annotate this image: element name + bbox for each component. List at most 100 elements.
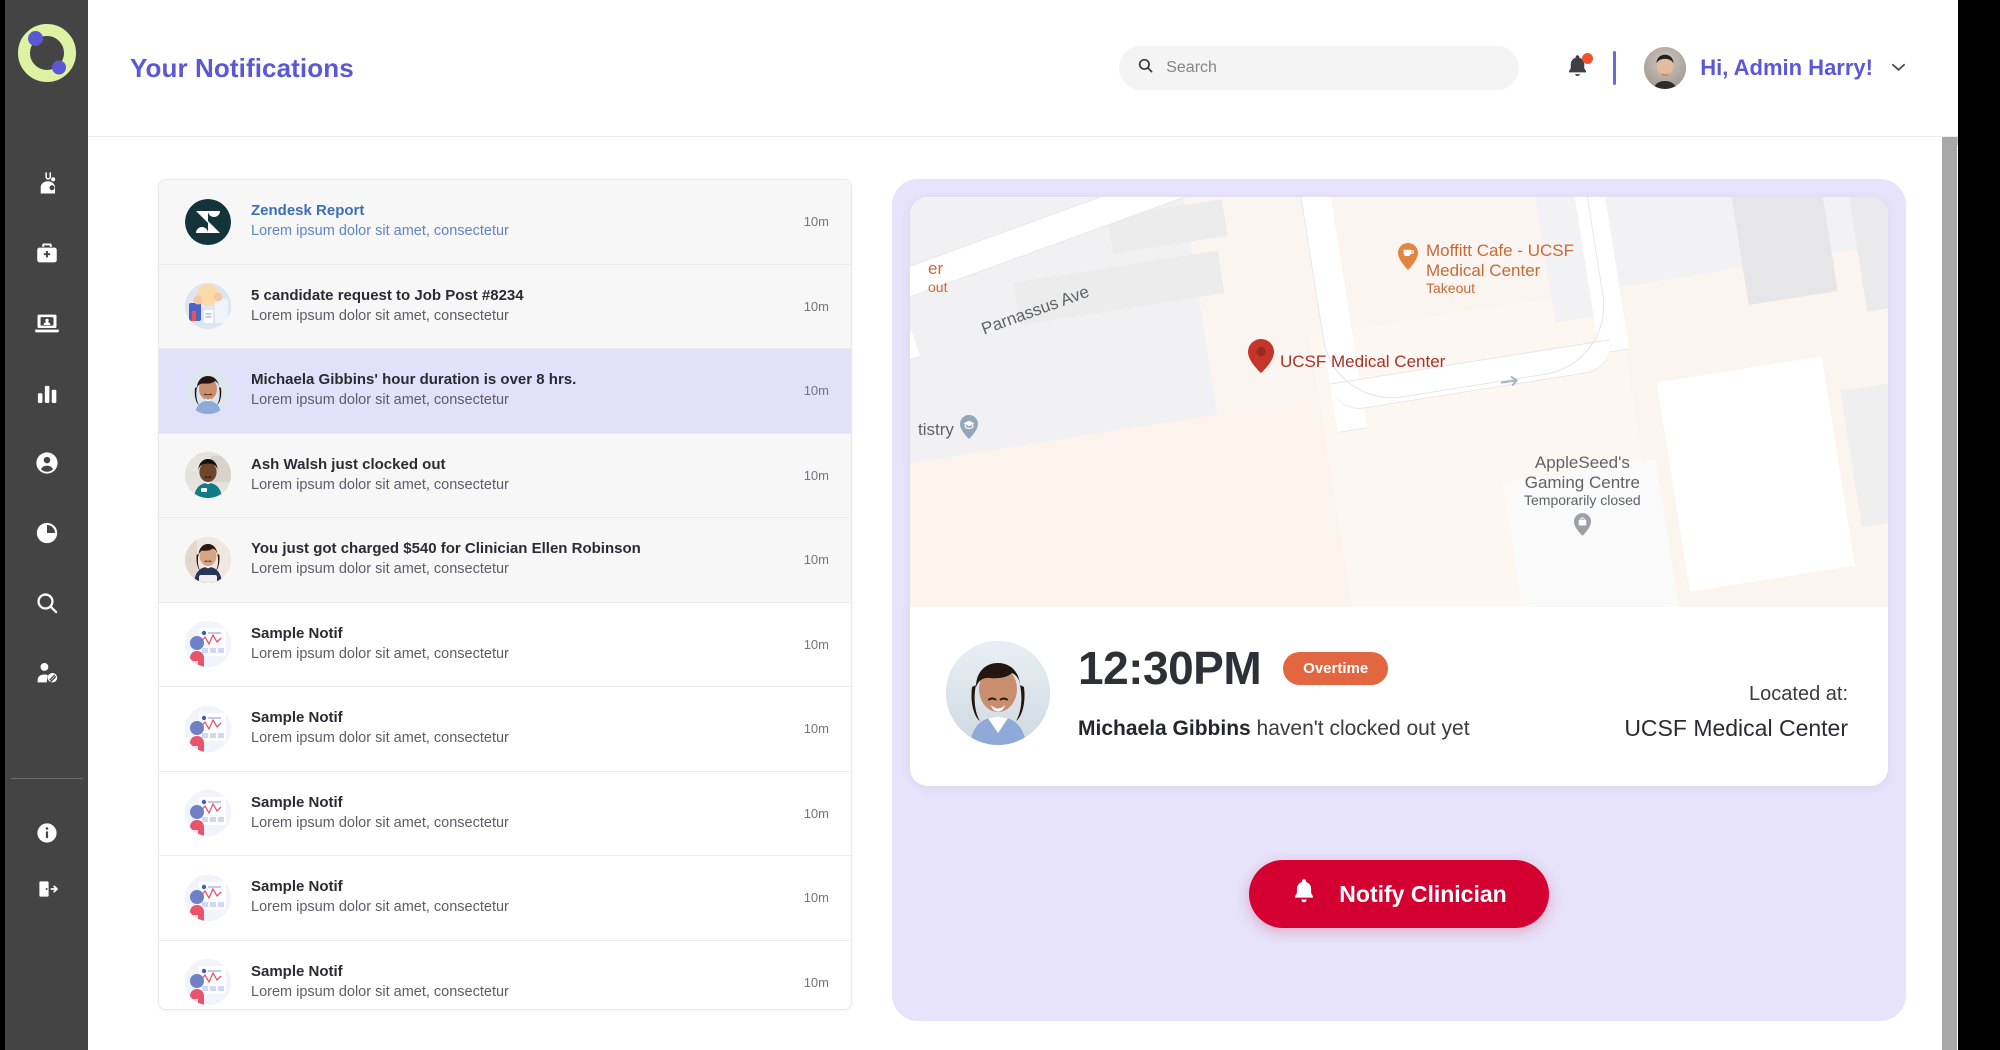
shop-pin-icon — [1574, 513, 1591, 541]
photo-ellen-thumbnail — [185, 537, 231, 583]
illustration-sample-thumbnail — [185, 875, 231, 921]
notification-body: Sample NotifLorem ipsum dolor sit amet, … — [251, 877, 788, 918]
notification-badge-dot — [1582, 53, 1593, 64]
info-icon — [35, 821, 59, 845]
illustration-sample-thumbnail — [185, 621, 231, 667]
illustration-candidates-thumbnail — [185, 283, 231, 329]
notification-item[interactable]: 5 candidate request to Job Post #8234Lor… — [159, 265, 851, 350]
clock-time-row: 12:30PM Overtime — [1078, 645, 1604, 691]
notification-timestamp: 10m — [804, 383, 829, 398]
notification-title[interactable]: Zendesk Report — [251, 201, 788, 221]
scrollbar-thumb[interactable] — [1942, 137, 1957, 1050]
notify-clinician-label: Notify Clinician — [1339, 881, 1506, 908]
notification-body: Zendesk ReportLorem ipsum dolor sit amet… — [251, 201, 788, 242]
notification-title: Ash Walsh just clocked out — [251, 455, 788, 475]
notification-timestamp: 10m — [804, 637, 829, 652]
medical-kit-icon — [34, 240, 60, 266]
sidebar-item-credentials[interactable] — [5, 288, 88, 358]
notification-item[interactable]: Zendesk ReportLorem ipsum dolor sit amet… — [159, 180, 851, 265]
notification-body: Sample NotifLorem ipsum dolor sit amet, … — [251, 962, 788, 1003]
app-window: Your Notifications — [0, 0, 1958, 1050]
sidebar-item-timesheets[interactable] — [5, 498, 88, 568]
search-icon — [1137, 57, 1154, 79]
notification-timestamp: 10m — [804, 975, 829, 990]
map-poi-dentistry[interactable]: tistry — [918, 415, 978, 444]
clinician-status-suffix: haven't clocked out yet — [1251, 717, 1470, 740]
location-value: UCSF Medical Center — [1624, 711, 1848, 746]
search-input[interactable] — [1166, 59, 1501, 77]
app-logo[interactable] — [16, 22, 78, 84]
notifications-bell-button[interactable] — [1565, 53, 1591, 83]
illustration-sample-thumbnail — [185, 959, 231, 1005]
notification-item[interactable]: Sample NotifLorem ipsum dolor sit amet, … — [159, 603, 851, 688]
notification-subtitle: Lorem ipsum dolor sit amet, consectetur — [251, 982, 788, 1003]
user-menu-button[interactable]: Hi, Admin Harry! — [1644, 47, 1906, 89]
notify-clinician-button[interactable]: Notify Clinician — [1249, 860, 1548, 928]
notification-item[interactable]: Sample NotifLorem ipsum dolor sit amet, … — [159, 856, 851, 941]
notification-title: Sample Notif — [251, 624, 788, 644]
top-header: Your Notifications — [88, 0, 1958, 137]
user-circle-icon — [34, 450, 60, 476]
notification-timestamp: 10m — [804, 468, 829, 483]
notification-item[interactable]: Michaela Gibbins' hour duration is over … — [159, 349, 851, 434]
header-right-group: Hi, Admin Harry! — [1119, 46, 1906, 90]
clinician-main: 12:30PM Overtime Michaela Gibbins haven'… — [1078, 641, 1604, 741]
illustration-sample-thumbnail — [185, 706, 231, 752]
content-area: Zendesk Report Lorem ipsum dolor sit amet… — [88, 137, 1958, 1050]
ucsf-medical-center-pin[interactable] — [1248, 339, 1274, 373]
illustration-sample-thumbnail — [185, 790, 231, 836]
sidebar-item-accounts[interactable] — [5, 428, 88, 498]
dentistry-pin-icon — [960, 415, 978, 444]
notification-title: You just got charged $540 for Clinician … — [251, 539, 788, 559]
search-box[interactable] — [1119, 46, 1519, 90]
notification-subtitle: Lorem ipsum dolor sit amet, consectetur — [251, 728, 788, 749]
sidebar — [0, 0, 88, 1050]
clinician-detail-card: Parnassus Ave Parnassus s Ave er out — [910, 197, 1888, 786]
clock-time: 12:30PM — [1078, 645, 1261, 691]
sidebar-item-clinicians[interactable] — [5, 148, 88, 218]
notification-subtitle: Lorem ipsum dolor sit amet, consectetur — [251, 390, 788, 411]
cafe-pin-icon — [1398, 243, 1418, 275]
clinician-photo — [946, 641, 1050, 745]
page-title: Your Notifications — [130, 53, 354, 84]
notification-subtitle: Lorem ipsum dolor sit amet, consectetur — [251, 644, 788, 665]
sidebar-item-medical-kit[interactable] — [5, 218, 88, 288]
zendesk-logo-thumbnail — [185, 199, 231, 245]
notification-item[interactable]: Sample NotifLorem ipsum dolor sit amet, … — [159, 941, 851, 1011]
notification-body: 5 candidate request to Job Post #8234Lor… — [251, 286, 788, 327]
notification-title: 5 candidate request to Job Post #8234 — [251, 286, 788, 306]
notification-timestamp: 10m — [804, 721, 829, 736]
sidebar-item-manage-staff[interactable] — [5, 638, 88, 708]
sidebar-item-help[interactable] — [34, 805, 60, 861]
notification-item[interactable]: Sample NotifLorem ipsum dolor sit amet, … — [159, 772, 851, 857]
notification-list[interactable]: Zendesk Report Lorem ipsum dolor sit amet… — [158, 179, 852, 1010]
notification-timestamp: 10m — [804, 299, 829, 314]
clinician-icon — [34, 170, 60, 196]
status-badge: Overtime — [1283, 652, 1388, 685]
photo-ash-thumbnail — [185, 452, 231, 498]
detail-panel: Parnassus Ave Parnassus s Ave er out — [892, 179, 1906, 1021]
location-label: Located at: — [1624, 677, 1848, 711]
sidebar-bottom-nav — [34, 805, 60, 917]
notification-title: Michaela Gibbins' hour duration is over … — [251, 370, 788, 390]
notification-item[interactable]: Sample NotifLorem ipsum dolor sit amet, … — [159, 687, 851, 772]
notification-item[interactable]: You just got charged $540 for Clinician … — [159, 518, 851, 603]
sidebar-nav — [5, 148, 88, 708]
notification-subtitle: Lorem ipsum dolor sit amet, consectetur — [251, 559, 788, 580]
sidebar-item-search[interactable] — [5, 568, 88, 638]
map-marker-label: UCSF Medical Center — [1280, 352, 1445, 372]
clinician-name: Michaela Gibbins — [1078, 717, 1251, 740]
notification-body: You just got charged $540 for Clinician … — [251, 539, 788, 580]
clock-icon — [34, 520, 60, 546]
header-divider — [1613, 51, 1616, 85]
notification-body: Sample NotifLorem ipsum dolor sit amet, … — [251, 708, 788, 749]
map-view[interactable]: Parnassus Ave Parnassus s Ave er out — [910, 197, 1888, 607]
sidebar-item-logout[interactable] — [34, 861, 60, 917]
photo-michaela-thumbnail — [185, 368, 231, 414]
notification-item[interactable]: Ash Walsh just clocked outLorem ipsum do… — [159, 434, 851, 519]
map-poi-appleseeds[interactable]: AppleSeed's Gaming Centre Temporarily cl… — [1524, 453, 1641, 541]
notification-subtitle: Lorem ipsum dolor sit amet, consectetur — [251, 813, 788, 834]
notification-timestamp: 10m — [804, 552, 829, 567]
map-poi-moffitt-cafe[interactable]: Moffitt Cafe - UCSF Medical Center Takeo… — [1398, 241, 1574, 297]
sidebar-item-reports[interactable] — [5, 358, 88, 428]
